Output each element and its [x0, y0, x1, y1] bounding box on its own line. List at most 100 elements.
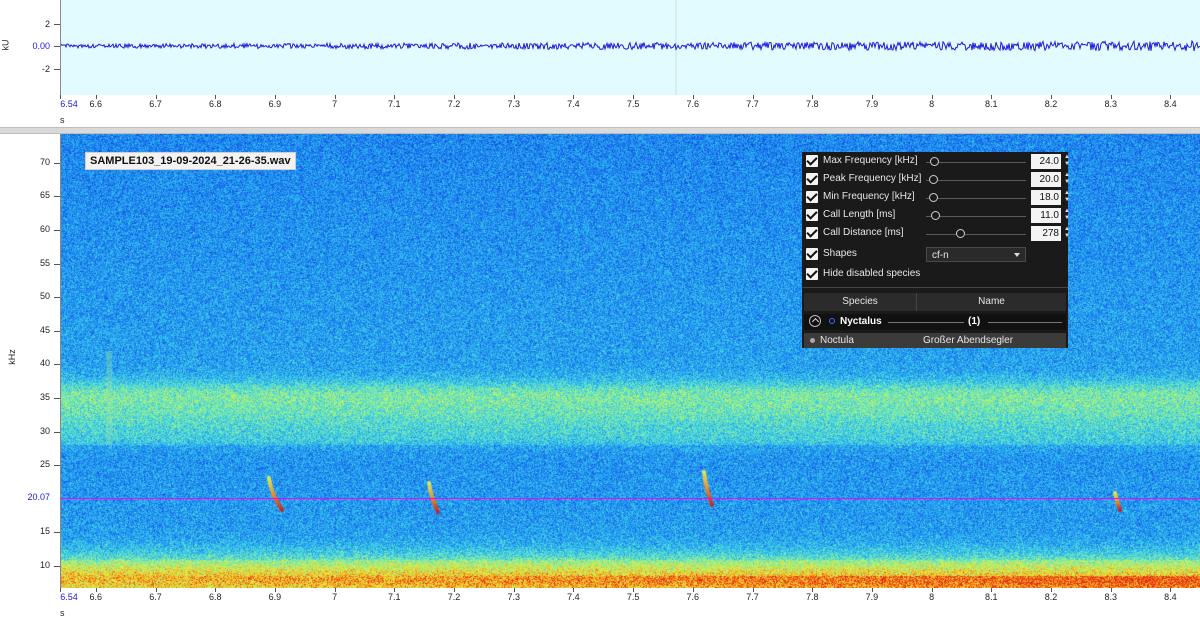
- filter-checkbox[interactable]: [806, 191, 818, 203]
- filter-row: Call Distance [ms] 278 ▲ ▼: [806, 226, 1070, 242]
- x-tick-label: 6.7: [149, 99, 162, 109]
- filter-row: Max Frequency [kHz] 24.0 ▲ ▼: [806, 154, 1070, 170]
- x-tick-label: 6.9: [268, 592, 282, 602]
- filter-checkbox[interactable]: [806, 173, 818, 185]
- species-dot-icon: [810, 338, 815, 343]
- x-tick-label: 7.7: [746, 592, 759, 602]
- waveform-trace: [60, 39, 1200, 52]
- filter-value-input[interactable]: 11.0: [1031, 208, 1061, 223]
- spectrogram-y-tick: 25: [39, 459, 50, 470]
- spinner-arrows-icon[interactable]: ▲ ▼: [1064, 172, 1070, 187]
- filter-value-input[interactable]: 20.0: [1031, 172, 1061, 187]
- filter-slider-knob[interactable]: [929, 175, 938, 184]
- spinner-arrows-icon[interactable]: ▲ ▼: [1064, 154, 1070, 169]
- frequency-cursor-line[interactable]: [60, 498, 1200, 499]
- waveform-y-axis: kU 2 0.00 -2: [0, 0, 60, 95]
- waveform-y-tick: -2: [41, 64, 50, 74]
- collapse-group-button[interactable]: [809, 315, 821, 327]
- filter-slider-knob[interactable]: [929, 193, 938, 202]
- x-tick-label: 7.9: [865, 99, 879, 109]
- x-tick-label: 6.7: [149, 592, 162, 602]
- spinner-arrows-icon[interactable]: ▲ ▼: [1064, 226, 1070, 241]
- x-tick-label: 7.8: [805, 592, 819, 602]
- x-tick-label: 7.6: [686, 592, 700, 602]
- waveform-y-tick: 2: [44, 19, 50, 29]
- frequency-cursor-label: 20.07: [27, 492, 50, 503]
- x-tick-label: 8.1: [985, 99, 998, 109]
- x-tick-label: 7.2: [447, 99, 461, 109]
- spectrogram-y-tick: 40: [39, 358, 50, 369]
- filter-slider-track[interactable]: [926, 180, 1026, 181]
- spinner-arrows-icon[interactable]: ▲ ▼: [1064, 208, 1070, 223]
- filter-checkbox[interactable]: [806, 227, 818, 239]
- x-tick-label: 7.1: [388, 99, 401, 109]
- spectrogram-y-axis: kHz 70 65 60 55 50 45 40 35 30 25 15 10 20.07: [0, 134, 60, 588]
- group-count: (1): [968, 316, 981, 327]
- waveform-svg: [60, 0, 1200, 95]
- filter-slider-knob[interactable]: [930, 157, 939, 166]
- waveform-axis-line: [60, 0, 61, 95]
- x-tick-label: 7.2: [447, 592, 461, 602]
- spectrogram-y-tick: 10: [39, 559, 50, 570]
- x-tick-label: 8.2: [1044, 592, 1058, 602]
- x-tick-label: 8.4: [1164, 592, 1177, 602]
- filter-slider-knob[interactable]: [956, 229, 965, 238]
- group-color-marker-icon: [829, 318, 835, 324]
- spectrogram-y-tick: 50: [39, 291, 50, 302]
- x-tick-label: 7.9: [865, 592, 879, 602]
- x-tick-label: 8: [929, 99, 935, 109]
- filter-label: Call Length [ms]: [823, 209, 896, 220]
- spectrogram-axis-line: [60, 134, 61, 588]
- species-item-row[interactable]: Noctula Großer Abendsegler: [804, 333, 1066, 348]
- x-start-label: 6.54: [60, 99, 78, 109]
- spectrogram-y-tick: 65: [39, 190, 50, 201]
- spinner-arrows-icon[interactable]: ▲ ▼: [1064, 190, 1070, 205]
- filter-slider-knob[interactable]: [931, 211, 940, 220]
- filter-slider-track[interactable]: [926, 234, 1026, 235]
- x-tick-label: 8.3: [1104, 592, 1117, 602]
- shapes-checkbox[interactable]: [806, 248, 818, 260]
- x-tick-label: 8.3: [1104, 99, 1117, 109]
- spectrogram-y-tick: 45: [39, 324, 50, 335]
- filter-row: Min Frequency [kHz] 18.0 ▲ ▼: [806, 190, 1070, 206]
- filter-value-input[interactable]: 278: [1031, 226, 1061, 241]
- column-header-species[interactable]: Species: [804, 293, 917, 311]
- filter-value-input[interactable]: 24.0: [1031, 154, 1061, 169]
- species-filter-panel: Max Frequency [kHz] 24.0 ▲ ▼ Peak Frequency …: [802, 152, 1070, 348]
- x-tick-label: 6.6: [89, 99, 103, 109]
- species-group-row[interactable]: Nyctalus (1): [804, 314, 1066, 330]
- chevron-up-icon: [811, 317, 820, 326]
- spectrogram-x-axis: 6.54 6.6 6.7 6.8 6.9 7 7.1 7.2 7.3 7.4 7.5 7.6 7.7 7.…: [60, 588, 1200, 604]
- x-tick-label: 7.5: [626, 99, 640, 109]
- x-tick-label: 7.3: [507, 99, 520, 109]
- shapes-row: Shapes cf-n: [806, 247, 1064, 263]
- filter-row: Call Length [ms] 11.0 ▲ ▼: [806, 208, 1070, 224]
- filter-checkbox[interactable]: [806, 209, 818, 221]
- filter-label: Peak Frequency [kHz]: [823, 173, 922, 184]
- x-tick-label: 6.6: [89, 592, 103, 602]
- filter-checkbox[interactable]: [806, 155, 818, 167]
- column-header-name[interactable]: Name: [917, 293, 1066, 311]
- x-tick-label: 7.6: [686, 99, 700, 109]
- filter-slider-track[interactable]: [926, 198, 1026, 199]
- x-tick-label: 7.4: [567, 99, 580, 109]
- filter-slider-track[interactable]: [926, 216, 1026, 217]
- x-tick-label: 8.4: [1164, 99, 1177, 109]
- waveform-plot[interactable]: [60, 0, 1200, 95]
- shapes-dropdown[interactable]: cf-n: [926, 247, 1026, 262]
- filter-row: Peak Frequency [kHz] 20.0 ▲ ▼: [806, 172, 1070, 188]
- filter-label: Call Distance [ms]: [823, 227, 904, 238]
- hide-disabled-checkbox[interactable]: [806, 268, 818, 280]
- filter-value-input[interactable]: 18.0: [1031, 190, 1061, 205]
- group-separator-line: [888, 322, 964, 323]
- spectrogram-x-unit: s: [60, 608, 65, 618]
- x-tick-label: 6.8: [208, 99, 222, 109]
- shapes-dropdown-value: cf-n: [932, 250, 949, 261]
- x-tick-label: 8: [929, 592, 935, 602]
- spectrogram-y-tick: 60: [39, 224, 50, 235]
- filter-slider-track[interactable]: [926, 162, 1026, 163]
- file-name-label: SAMPLE103_19-09-2024_21-26-35.wav: [85, 152, 296, 170]
- x-tick-label: 7.8: [805, 99, 819, 109]
- species-table-header: Species Name: [804, 293, 1066, 311]
- panel-splitter[interactable]: [0, 127, 1200, 134]
